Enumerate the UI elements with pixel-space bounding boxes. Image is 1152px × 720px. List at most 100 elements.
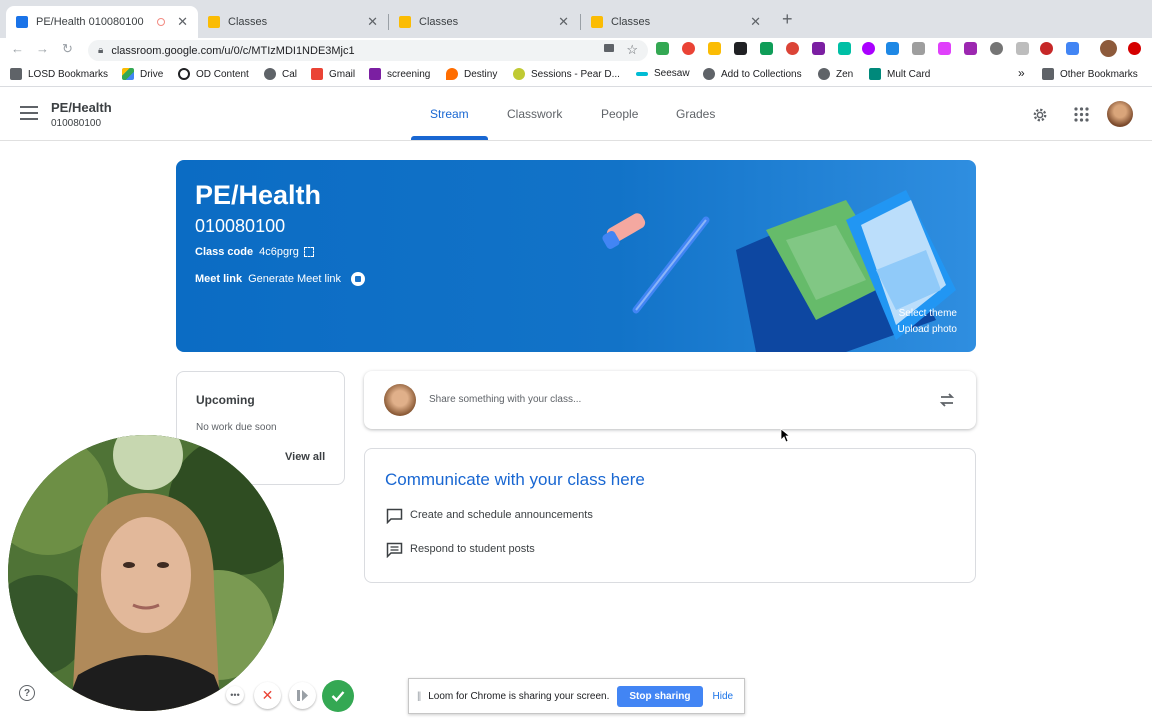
upcoming-title: Upcoming: [196, 393, 255, 407]
bookmark-label: Cal: [282, 68, 298, 80]
tab-stream[interactable]: Stream: [430, 107, 469, 121]
extension-icon[interactable]: [1128, 42, 1141, 55]
fullscreen-icon[interactable]: [303, 247, 314, 257]
generate-meet-link[interactable]: Generate Meet link: [248, 273, 341, 285]
help-icon[interactable]: ?: [19, 685, 35, 701]
tab-title: Classes: [419, 16, 459, 28]
extension-icon[interactable]: [786, 42, 799, 55]
extension-icon[interactable]: [708, 42, 721, 55]
bookmarks-bar: LOSD Bookmarks Drive OD Content Cal Gmai…: [0, 63, 1152, 87]
recording-indicator-icon: [157, 18, 166, 26]
bookmark-label: screening: [387, 68, 431, 80]
meet-video-icon[interactable]: [351, 272, 366, 286]
main-menu-icon[interactable]: [20, 106, 38, 124]
browser-tab[interactable]: Classes ✕: [389, 6, 579, 38]
mouse-cursor-icon: [780, 428, 790, 443]
share-with-class-box[interactable]: Share something with your class...: [364, 371, 976, 429]
pause-recording-icon[interactable]: [289, 682, 316, 709]
drag-handle-icon[interactable]: ||: [417, 691, 421, 702]
browser-tab[interactable]: PE/Health 010080100 ✕: [6, 6, 198, 38]
extension-icon[interactable]: [964, 42, 977, 55]
new-tab-button[interactable]: +: [782, 9, 793, 30]
screening-icon: [369, 68, 381, 80]
finish-recording-icon[interactable]: [322, 680, 354, 712]
address-bar[interactable]: 🔒︎ classroom.google.com/u/0/c/MTIzMDI1ND…: [88, 40, 648, 61]
bookmark-item[interactable]: Cal: [264, 68, 297, 80]
bookmark-item[interactable]: screening: [369, 68, 430, 80]
apps-grid-icon[interactable]: [1074, 107, 1089, 122]
extension-icon[interactable]: [656, 42, 669, 55]
close-tab-icon[interactable]: ✕: [367, 14, 378, 30]
browser-tab[interactable]: Classes ✕: [581, 6, 771, 38]
profile-avatar[interactable]: [1100, 40, 1117, 57]
communicate-card: Communicate with your class here Create …: [364, 448, 976, 583]
bookmark-item[interactable]: Add to Collections: [703, 68, 802, 80]
folder-icon: [1042, 68, 1054, 80]
more-options-icon[interactable]: •••: [226, 686, 244, 704]
browser-tab[interactable]: Classes ✕: [198, 6, 388, 38]
close-tab-icon[interactable]: ✕: [558, 14, 569, 30]
extension-icon[interactable]: [886, 42, 899, 55]
bookmark-item[interactable]: Seesaw: [636, 68, 690, 79]
close-tab-icon[interactable]: ✕: [177, 14, 188, 30]
reload-icon[interactable]: ↻: [62, 41, 73, 57]
meet-link-label: Meet link: [195, 273, 243, 285]
extension-icon[interactable]: [990, 42, 1003, 55]
extension-icon[interactable]: [812, 42, 825, 55]
extension-icon[interactable]: [1016, 42, 1029, 55]
back-icon[interactable]: ←: [11, 41, 24, 56]
loom-webcam-bubble[interactable]: [8, 435, 284, 711]
tab-grades[interactable]: Grades: [676, 107, 715, 121]
tab-people[interactable]: People: [601, 107, 638, 121]
bookmark-item[interactable]: Sessions - Pear D...: [513, 68, 620, 80]
camera-icon[interactable]: [604, 44, 614, 52]
settings-gear-icon[interactable]: [1031, 106, 1049, 124]
forward-icon[interactable]: →: [36, 41, 49, 56]
other-bookmarks[interactable]: Other Bookmarks: [1042, 68, 1138, 80]
close-tab-icon[interactable]: ✕: [750, 14, 761, 30]
tab-classwork[interactable]: Classwork: [507, 107, 562, 121]
sharing-message: Loom for Chrome is sharing your screen.: [428, 690, 610, 702]
bookmark-item[interactable]: Gmail: [311, 68, 355, 80]
upload-photo-link[interactable]: Upload photo: [898, 324, 958, 335]
bookmark-label: Seesaw: [654, 68, 690, 79]
classroom-header: PE/Health 010080100 Stream Classwork Peo…: [0, 88, 1152, 141]
select-theme-link[interactable]: Select theme: [899, 308, 957, 319]
bookmark-item[interactable]: LOSD Bookmarks: [10, 68, 108, 80]
classroom-favicon-icon: [399, 16, 411, 28]
bookmarks-overflow-button[interactable]: »: [1018, 66, 1025, 80]
view-all-link[interactable]: View all: [285, 451, 325, 463]
tab-title: Classes: [228, 16, 268, 28]
student-posts-icon: [386, 542, 403, 558]
extension-icon[interactable]: [1040, 42, 1053, 55]
bookmark-label: Destiny: [464, 68, 498, 80]
globe-icon: [264, 68, 276, 80]
bookmark-item[interactable]: OD Content: [178, 68, 249, 80]
share-placeholder[interactable]: Share something with your class...: [429, 394, 581, 405]
drive-icon: [122, 68, 134, 80]
repost-icon[interactable]: [938, 391, 956, 409]
bookmark-item[interactable]: Drive: [122, 68, 163, 80]
bookmark-item[interactable]: Mult Card: [869, 68, 930, 80]
bookmark-item[interactable]: Destiny: [446, 68, 497, 80]
extension-icon[interactable]: [682, 42, 695, 55]
class-title[interactable]: PE/Health: [51, 100, 112, 115]
class-code-value[interactable]: 4c6pgrg: [259, 246, 299, 258]
announcement-icon: [386, 508, 403, 524]
extension-icon[interactable]: [734, 42, 747, 55]
extension-icon[interactable]: [760, 42, 773, 55]
bookmark-star-icon[interactable]: ☆: [626, 42, 638, 58]
hide-button[interactable]: Hide: [713, 691, 734, 702]
extension-icon[interactable]: [1066, 42, 1079, 55]
extension-icon[interactable]: [862, 42, 875, 55]
extension-icon[interactable]: [938, 42, 951, 55]
extension-icon[interactable]: [912, 42, 925, 55]
extension-icon[interactable]: [838, 42, 851, 55]
browser-tab-strip: PE/Health 010080100 ✕ Classes ✕ Classes …: [0, 0, 1152, 38]
cancel-recording-icon[interactable]: ✕: [254, 682, 281, 709]
browser-toolbar: ← → ↻ 🔒︎ classroom.google.com/u/0/c/MTIz…: [0, 38, 1152, 63]
stop-sharing-button[interactable]: Stop sharing: [617, 685, 703, 707]
class-banner: PE/Health 010080100 Class code 4c6pgrg M…: [176, 160, 976, 352]
bookmark-item[interactable]: Zen: [818, 68, 853, 80]
user-avatar[interactable]: [1107, 101, 1133, 127]
